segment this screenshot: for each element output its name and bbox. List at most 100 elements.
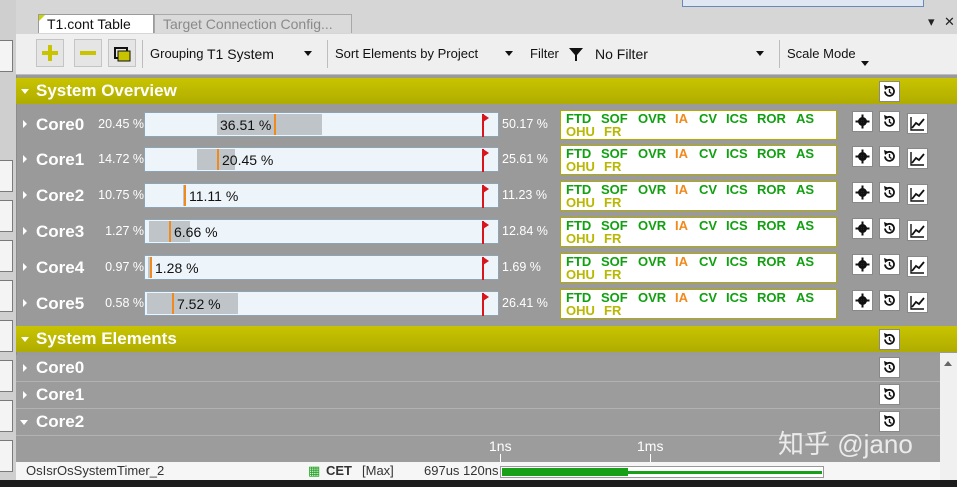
- section-system-overview[interactable]: System Overview: [16, 78, 957, 104]
- flag-label: CV: [699, 111, 718, 126]
- flag-label: OVR: [638, 218, 667, 233]
- core-row[interactable]: Core1 14.72 % 20.45 % 25.61 % FTD SOF OVR I…: [16, 143, 957, 177]
- reset-history-button[interactable]: [879, 81, 900, 102]
- element-subrow-metric: CET: [326, 463, 352, 478]
- settings-button[interactable]: [852, 218, 873, 239]
- chevron-down-icon[interactable]: [20, 420, 28, 425]
- flag-label: AS: [796, 111, 815, 126]
- settings-button[interactable]: [852, 254, 873, 275]
- left-panel-button[interactable]: [0, 360, 13, 392]
- chevron-down-icon[interactable]: [756, 51, 764, 56]
- element-subrow[interactable]: OsIsrOsSystemTimer_2 ▦ CET [Max] 697us 1…: [16, 462, 940, 480]
- reset-history-button[interactable]: [879, 146, 900, 167]
- core-flags-box: FTD SOF OVR IA CV ICS ROR AS OHU FR: [560, 217, 837, 247]
- toolbar-separator: [779, 40, 780, 68]
- reset-history-button[interactable]: [879, 384, 900, 405]
- expand-all-button[interactable]: [36, 39, 64, 67]
- chevron-down-icon[interactable]: [505, 51, 513, 56]
- bar-average-marker: [169, 221, 171, 242]
- core-row[interactable]: Core4 0.97 % 1.28 % 1.69 % FTD SOF OVR IA CV…: [16, 251, 957, 285]
- flag-label: IA: [675, 182, 688, 197]
- sort-select[interactable]: Sort Elements by Project: [335, 46, 478, 61]
- bar-average-text: 6.66 %: [174, 224, 218, 240]
- chevron-down-icon[interactable]: [21, 89, 29, 94]
- settings-button[interactable]: [852, 111, 873, 132]
- settings-button[interactable]: [852, 290, 873, 311]
- bar-average-marker: [172, 293, 174, 314]
- left-panel-button[interactable]: [0, 320, 13, 352]
- reset-history-button[interactable]: [879, 111, 900, 132]
- tab-t1-cont-table[interactable]: T1.cont Table: [38, 14, 154, 33]
- flag-label: CV: [699, 290, 718, 305]
- reset-history-button[interactable]: [879, 254, 900, 275]
- core-load-bar: 36.51 %: [144, 112, 499, 137]
- reset-history-button[interactable]: [879, 290, 900, 311]
- history-icon: [884, 388, 895, 400]
- flag-label: ICS: [726, 146, 748, 161]
- reset-history-button[interactable]: [879, 357, 900, 378]
- flag-label: ICS: [726, 290, 748, 305]
- toolbar: Grouping T1 System Sort Elements by Proj…: [16, 34, 957, 75]
- element-subrow-value: 697us 120ns: [424, 463, 499, 478]
- flag-label: CV: [699, 182, 718, 197]
- show-chart-button[interactable]: [907, 220, 928, 241]
- left-panel-button[interactable]: [0, 40, 13, 72]
- timeline-tick-label: 1ms: [637, 438, 664, 454]
- core-row[interactable]: Core2 10.75 % 11.11 % 11.23 % FTD SOF OVR I…: [16, 179, 957, 213]
- settings-button[interactable]: [852, 146, 873, 167]
- show-chart-button[interactable]: [907, 113, 928, 134]
- settings-button[interactable]: [852, 182, 873, 203]
- core-row[interactable]: Core5 0.58 % 7.52 % 26.41 % FTD SOF OVR IA C…: [16, 287, 957, 321]
- left-panel-button[interactable]: [0, 240, 13, 272]
- show-chart-button[interactable]: [907, 256, 928, 277]
- core-max-percent: 50.17 %: [502, 117, 548, 131]
- section-system-elements[interactable]: System Elements: [16, 326, 957, 352]
- filter-select[interactable]: No Filter: [595, 46, 648, 62]
- vertical-scrollbar[interactable]: [940, 353, 957, 487]
- flag-label: CV: [699, 146, 718, 161]
- show-chart-button[interactable]: [907, 148, 928, 169]
- scroll-up-icon[interactable]: [944, 361, 952, 366]
- show-chart-button[interactable]: [907, 292, 928, 313]
- scale-mode-dropdown-icon[interactable]: [861, 61, 869, 66]
- left-panel-button[interactable]: [0, 200, 13, 232]
- left-panel-button[interactable]: [0, 440, 13, 472]
- core-max-percent: 25.61 %: [502, 152, 548, 166]
- bar-average-marker: [184, 185, 186, 206]
- chevron-right-icon[interactable]: [23, 391, 27, 399]
- chevron-right-icon[interactable]: [23, 364, 27, 372]
- element-subrow-kind: [Max]: [362, 463, 394, 478]
- flag-label: OVR: [638, 254, 667, 269]
- reset-history-button[interactable]: [879, 329, 900, 350]
- left-panel-button[interactable]: [0, 400, 13, 432]
- chevron-down-icon[interactable]: [304, 51, 312, 56]
- left-panel-button[interactable]: [0, 160, 13, 192]
- reset-view-button[interactable]: [108, 39, 136, 67]
- gear-icon: [855, 149, 870, 164]
- core-row[interactable]: Core3 1.27 % 6.66 % 12.84 % FTD SOF OVR IA C…: [16, 215, 957, 249]
- flag-label: OHU: [566, 231, 595, 246]
- reset-history-button[interactable]: [879, 218, 900, 239]
- grouping-select[interactable]: T1 System: [207, 46, 274, 62]
- flag-label: FR: [604, 303, 622, 318]
- scale-mode-label: Scale Mode: [787, 46, 856, 61]
- left-panel-button[interactable]: [0, 280, 13, 312]
- flag-label: AS: [796, 254, 815, 269]
- flag-label: ICS: [726, 182, 748, 197]
- element-row-core1[interactable]: Core1: [16, 382, 957, 409]
- tab-target-connection-config[interactable]: Target Connection Config...: [154, 14, 352, 33]
- show-chart-button[interactable]: [907, 184, 928, 205]
- collapse-all-button[interactable]: [74, 39, 102, 67]
- core-min-percent: 1.27 %: [105, 224, 144, 238]
- minus-icon: [80, 51, 96, 55]
- history-icon: [884, 258, 895, 270]
- flag-label: OVR: [638, 146, 667, 161]
- red-flag-icon: [483, 185, 489, 193]
- tab-list-dropdown-icon[interactable]: ▾: [928, 14, 935, 30]
- core-row[interactable]: Core0 20.45 % 36.51 % 50.17 % FTD SOF OVR I…: [16, 108, 957, 142]
- chevron-down-icon[interactable]: [21, 337, 29, 342]
- reset-history-button[interactable]: [879, 182, 900, 203]
- close-icon[interactable]: ✕: [944, 14, 955, 30]
- history-icon: [884, 186, 895, 198]
- element-row-core0[interactable]: Core0: [16, 355, 957, 382]
